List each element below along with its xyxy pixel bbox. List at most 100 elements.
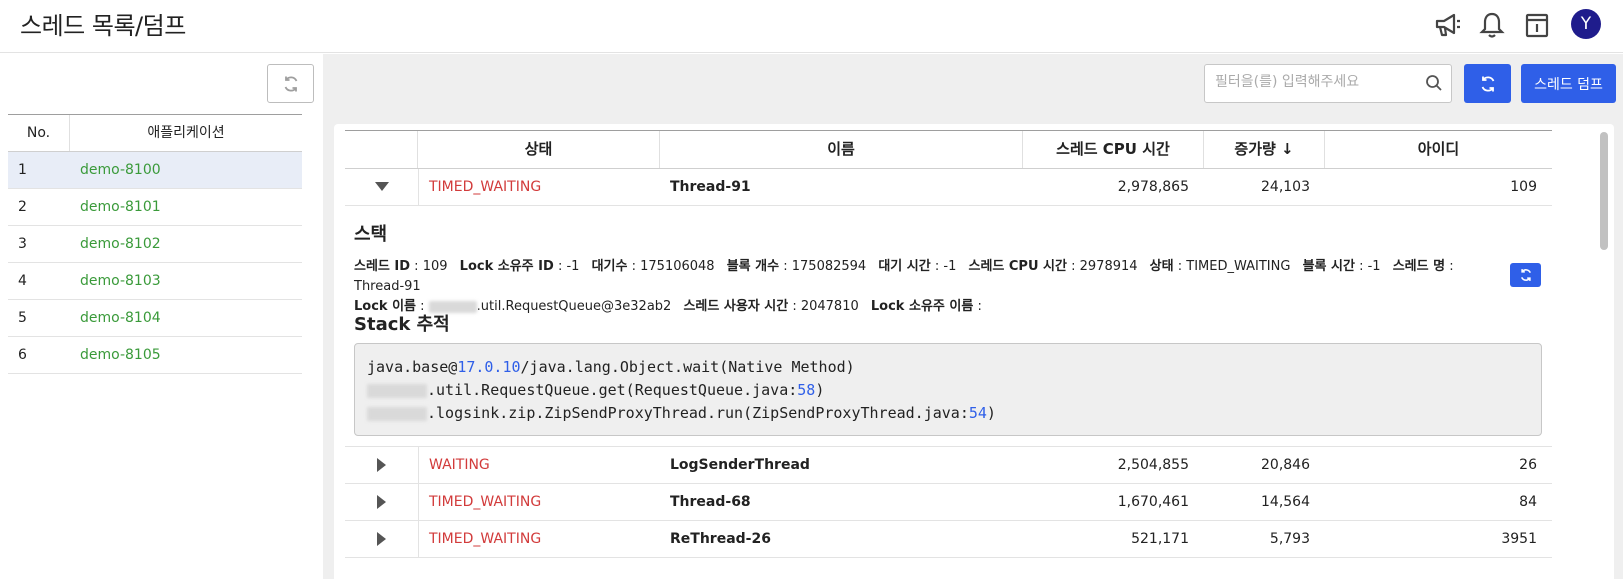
info-label: 스레드 CPU 시간 bbox=[968, 259, 1067, 274]
column-header-state[interactable]: 상태 bbox=[418, 131, 660, 168]
thread-state: TIMED_WAITING bbox=[418, 484, 660, 520]
application-name[interactable]: demo-8103 bbox=[70, 273, 161, 289]
stack-text: .util.RequestQueue.get(RequestQueue.java… bbox=[427, 381, 798, 399]
thread-increase: 24,103 bbox=[1261, 179, 1310, 195]
column-header-increase[interactable]: 증가량 ↓ bbox=[1204, 131, 1325, 168]
stack-version: 17.0.10 bbox=[457, 358, 521, 376]
column-header-cpu-time[interactable]: 스레드 CPU 시간 bbox=[1023, 131, 1204, 168]
info-label: Lock 소유주 이름 bbox=[870, 299, 974, 314]
row-no: 4 bbox=[18, 273, 27, 289]
thread-name: LogSenderThread bbox=[670, 457, 810, 473]
stack-text: java.base@ bbox=[367, 358, 458, 376]
bell-icon[interactable] bbox=[1477, 10, 1507, 40]
info-label: 블록 시간 bbox=[1302, 259, 1355, 274]
expand-toggle[interactable] bbox=[345, 484, 418, 520]
row-no: 1 bbox=[18, 162, 27, 178]
thread-detail: 스택 스레드 ID : 109 Lock 소유주 ID : -1 대기수 : 1… bbox=[345, 206, 1552, 447]
thread-name: Thread-68 bbox=[670, 494, 751, 510]
application-table: No. 애플리케이션 1 demo-8100 2 demo-8101 3 dem… bbox=[8, 114, 302, 374]
thread-panel: 스레드 덤프 상태 이름 스레드 CPU 시간 증가량 ↓ 아이디 TIMED_… bbox=[323, 54, 1623, 579]
table-row[interactable]: TIMED_WAITING Thread-91 2,978,865 24,103… bbox=[345, 169, 1552, 206]
thread-card: 상태 이름 스레드 CPU 시간 증가량 ↓ 아이디 TIMED_WAITING… bbox=[334, 124, 1614, 579]
table-row[interactable]: 1 demo-8100 bbox=[8, 152, 302, 189]
table-row[interactable]: TIMED_WAITING Thread-68 1,670,461 14,564… bbox=[345, 484, 1552, 521]
thread-id: 26 bbox=[1519, 457, 1537, 473]
search-icon[interactable] bbox=[1425, 74, 1443, 96]
megaphone-icon[interactable] bbox=[1433, 10, 1463, 40]
table-row[interactable]: WAITING LogSenderThread 2,504,855 20,846… bbox=[345, 447, 1552, 484]
stack-line-number: 54 bbox=[968, 404, 987, 422]
info-label: Lock 소유주 ID bbox=[459, 259, 554, 274]
thread-info-line-2: Lock 이름 : .util.RequestQueue@3e32ab2 스레드… bbox=[354, 299, 982, 314]
page-title: 스레드 목록/덤프 bbox=[20, 12, 186, 40]
caret-right-icon bbox=[376, 532, 386, 546]
info-label: 블록 개수 bbox=[726, 259, 780, 274]
info-value: .util.RequestQueue@3e32ab2 bbox=[476, 299, 672, 314]
thread-refresh-button[interactable] bbox=[1464, 64, 1511, 103]
app-refresh-button[interactable] bbox=[267, 64, 314, 103]
info-label: 대기수 bbox=[591, 259, 628, 274]
column-header-no[interactable]: No. bbox=[8, 115, 70, 151]
table-row[interactable]: 4 demo-8103 bbox=[8, 263, 302, 300]
info-value: 109 bbox=[422, 259, 448, 274]
thread-dump-button[interactable]: 스레드 덤프 bbox=[1521, 64, 1616, 103]
application-name[interactable]: demo-8101 bbox=[70, 199, 161, 215]
filter-input[interactable] bbox=[1215, 74, 1415, 90]
thread-increase: 14,564 bbox=[1261, 494, 1310, 510]
thread-state: TIMED_WAITING bbox=[418, 521, 660, 557]
expand-toggle[interactable] bbox=[345, 447, 418, 483]
expand-toggle[interactable] bbox=[345, 521, 418, 557]
application-name[interactable]: demo-8104 bbox=[70, 310, 161, 326]
caret-right-icon bbox=[376, 495, 386, 509]
table-row[interactable]: 3 demo-8102 bbox=[8, 226, 302, 263]
thread-state: WAITING bbox=[418, 447, 660, 483]
info-value: 175082594 bbox=[791, 259, 867, 274]
thread-info: 스레드 ID : 109 Lock 소유주 ID : -1 대기수 : 1751… bbox=[354, 257, 1504, 317]
thread-cpu-time: 1,670,461 bbox=[1117, 494, 1189, 510]
application-name[interactable]: demo-8102 bbox=[70, 236, 161, 252]
info-value: 2978914 bbox=[1079, 259, 1138, 274]
info-label: 대기 시간 bbox=[878, 259, 931, 274]
stack-line: java.base@17.0.10/java.lang.Object.wait(… bbox=[367, 356, 1529, 379]
row-no: 6 bbox=[18, 347, 27, 363]
column-header-application[interactable]: 애플리케이션 bbox=[70, 115, 302, 151]
thread-increase: 5,793 bbox=[1269, 531, 1310, 547]
thread-id: 3951 bbox=[1501, 531, 1537, 547]
table-row[interactable]: 2 demo-8101 bbox=[8, 189, 302, 226]
info-panel-icon[interactable] bbox=[1522, 10, 1552, 40]
stack-line: .logsink.zip.ZipSendProxyThread.run(ZipS… bbox=[367, 402, 1529, 425]
column-header-name[interactable]: 이름 bbox=[660, 131, 1023, 168]
stack-text: /java.lang.Object.wait(Native Method) bbox=[520, 358, 855, 376]
table-row[interactable]: TIMED_WAITING ReThread-26 521,171 5,793 … bbox=[345, 521, 1552, 558]
stack-text: ) bbox=[986, 404, 996, 422]
vertical-scrollbar[interactable] bbox=[1600, 132, 1608, 250]
thread-cpu-time: 521,171 bbox=[1131, 531, 1189, 547]
application-panel: No. 애플리케이션 1 demo-8100 2 demo-8101 3 dem… bbox=[0, 54, 323, 579]
detail-refresh-button[interactable] bbox=[1510, 263, 1541, 287]
table-row[interactable]: 5 demo-8104 bbox=[8, 300, 302, 337]
row-no: 2 bbox=[18, 199, 27, 215]
application-name[interactable]: demo-8100 bbox=[70, 162, 161, 178]
info-label: 스레드 명 bbox=[1392, 259, 1446, 274]
thread-increase: 20,846 bbox=[1261, 457, 1310, 473]
application-name[interactable]: demo-8105 bbox=[70, 347, 161, 363]
info-value: TIMED_WAITING bbox=[1186, 259, 1291, 274]
stack-line: .util.RequestQueue.get(RequestQueue.java… bbox=[367, 379, 1529, 402]
top-header: 스레드 목록/덤프 Y bbox=[0, 0, 1623, 53]
application-table-header: No. 애플리케이션 bbox=[8, 114, 302, 152]
info-value: Thread-91 bbox=[354, 279, 421, 294]
info-value: -1 bbox=[566, 259, 580, 274]
table-row[interactable]: 6 demo-8105 bbox=[8, 337, 302, 374]
info-label: 상태 bbox=[1149, 259, 1174, 274]
row-no: 3 bbox=[18, 236, 27, 252]
collapse-toggle[interactable] bbox=[345, 169, 418, 205]
thread-cpu-time: 2,504,855 bbox=[1117, 457, 1189, 473]
avatar[interactable]: Y bbox=[1571, 9, 1601, 39]
stack-line-number: 58 bbox=[797, 381, 816, 399]
thread-id: 109 bbox=[1510, 179, 1537, 195]
thread-name: ReThread-26 bbox=[670, 531, 771, 547]
column-header-id[interactable]: 아이디 bbox=[1325, 131, 1552, 168]
redacted-text bbox=[367, 383, 427, 398]
stack-text: .logsink.zip.ZipSendProxyThread.run(ZipS… bbox=[427, 404, 969, 422]
filter-search bbox=[1204, 64, 1452, 103]
